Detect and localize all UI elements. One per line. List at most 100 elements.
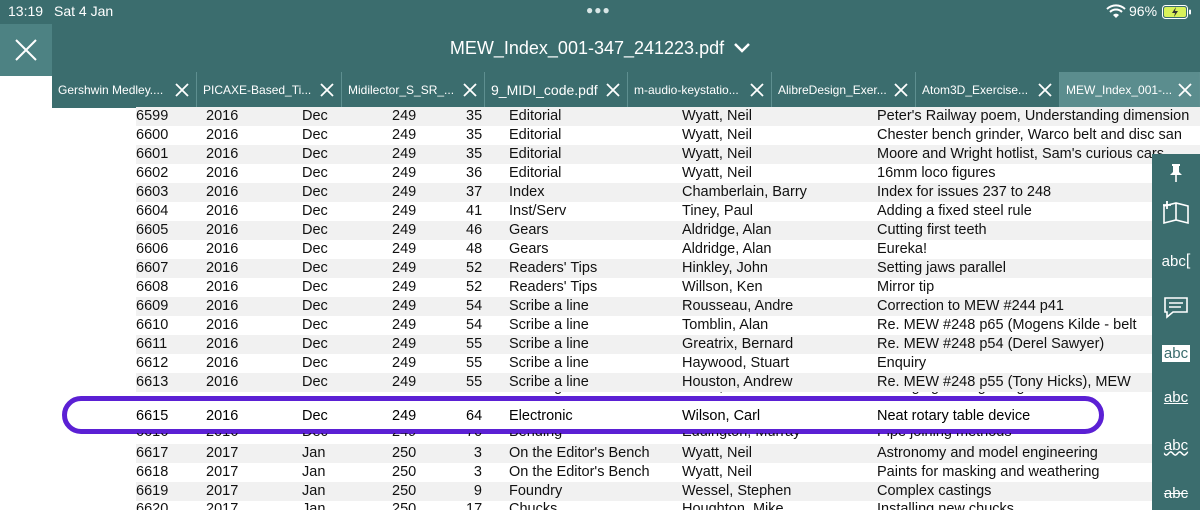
add-page-tool[interactable] (1160, 198, 1192, 228)
cell-page: 35 (466, 146, 483, 162)
wifi-icon (1106, 4, 1126, 18)
cell-month: Dec (302, 317, 328, 333)
cell-article-title: Re. MEW #248 p55 (Tony Hicks), MEW (877, 374, 1131, 390)
cell-year: 2016 (206, 260, 239, 276)
document-tab[interactable]: Atom3D_Exercise... (916, 72, 1060, 108)
cell-page: 36 (466, 165, 483, 181)
cell-year: 2017 (206, 464, 239, 480)
cell-category: Bending (509, 433, 562, 440)
cell-page: 9 (473, 483, 482, 499)
cell-issue: 249 (392, 433, 416, 440)
cell-entry-number: 6608 (136, 279, 169, 295)
table-row: 6608 2016 Dec 249 52 Readers' Tips Willson, Ke… (136, 278, 1200, 297)
highlight-text-tool[interactable]: abc (1160, 338, 1192, 368)
comment-tool[interactable] (1160, 292, 1192, 322)
cell-entry-number: 6609 (136, 298, 169, 314)
cell-entry-number: 6600 (136, 127, 169, 143)
underline-text-tool[interactable]: abc (1160, 382, 1192, 412)
cell-year: 2016 (206, 408, 239, 424)
squiggly-text-tool[interactable]: abc (1160, 430, 1192, 460)
pin-tool[interactable] (1160, 158, 1192, 188)
document-title-button[interactable]: MEW_Index_001-347_241223.pdf (0, 24, 1200, 72)
close-tab-icon[interactable] (749, 82, 765, 98)
tab-label: PICAXE-Based_Ti... (203, 83, 312, 97)
cell-category: Foundry (509, 483, 563, 499)
close-tab-icon[interactable] (1177, 82, 1193, 98)
cell-year: 2016 (206, 317, 239, 333)
cell-article-title: Astronomy and model engineering (877, 445, 1098, 461)
table-row-partial: 6620 2017 Jan 250 17 Chucks Houghton, Mike Inst… (136, 502, 1200, 510)
close-tab-icon[interactable] (605, 82, 621, 98)
table-row: 6606 2016 Dec 249 48 Gears Aldridge, Alan Eurek… (136, 240, 1200, 259)
cell-page: 3 (473, 464, 482, 480)
cell-article-title: Setting jaws parallel (877, 260, 1006, 276)
cell-author: Tiney, Paul (682, 203, 753, 219)
document-tab[interactable]: AlibreDesign_Exer... (772, 72, 916, 108)
cell-issue: 249 (392, 222, 417, 238)
cell-issue: 249 (392, 336, 417, 352)
cell-article-title: 16mm loco figures (877, 165, 996, 181)
cell-category: Editorial (509, 146, 562, 162)
cell-page: 37 (466, 184, 483, 200)
strikethrough-text-tool[interactable]: abc (1160, 478, 1192, 508)
status-bar: 13:19 Sat 4 Jan ●●● 96% (0, 0, 1200, 24)
table-row: 6607 2016 Dec 249 52 Readers' Tips Hinkley, Jo… (136, 259, 1200, 278)
cell-issue: 249 (392, 184, 417, 200)
cell-category: Scribe a line (509, 336, 589, 352)
cell-issue: 249 (392, 355, 417, 371)
close-tab-icon[interactable] (174, 82, 190, 98)
document-tab[interactable]: Midilector_S_SR_... (342, 72, 485, 108)
cell-month: Dec (302, 241, 328, 257)
tab-label: AlibreDesign_Exer... (778, 83, 887, 97)
table-row: 6600 2016 Dec 249 35 Editorial Wyatt, Neil Ches… (136, 126, 1200, 145)
cell-entry-number: 6614 (136, 392, 168, 395)
cell-month: Dec (302, 433, 328, 440)
chevron-down-icon (734, 43, 750, 53)
cell-author: Haywood, Stuart (682, 355, 790, 371)
cell-month: Dec (302, 146, 328, 162)
cell-category: Editorial (509, 108, 562, 124)
cell-author: Willson, Ken (682, 279, 763, 295)
close-tab-icon[interactable] (319, 82, 335, 98)
document-tab[interactable]: m-audio-keystatio... (628, 72, 772, 108)
cell-month: Dec (302, 336, 328, 352)
tab-label: Midilector_S_SR_... (348, 83, 455, 97)
close-tab-icon[interactable] (1037, 82, 1053, 98)
cell-month: Dec (302, 260, 328, 276)
cell-issue: 249 (392, 241, 417, 257)
cell-page: 17 (466, 502, 483, 510)
document-tab[interactable]: 9_MIDI_code.pdf (485, 72, 628, 108)
cell-entry-number: 6618 (136, 464, 169, 480)
cell-entry-number: 6615 (136, 408, 169, 424)
cell-author: Aldridge, Alan (682, 222, 772, 238)
cell-category: Bending (509, 392, 562, 395)
cell-year: 2017 (206, 483, 239, 499)
cell-entry-number: 6604 (136, 203, 169, 219)
close-tab-icon[interactable] (893, 82, 909, 98)
cell-category: Scribe a line (509, 374, 589, 390)
cell-category: Editorial (509, 165, 562, 181)
cell-year: 2016 (206, 298, 239, 314)
cell-author: Aldridge, Alan (682, 241, 772, 257)
cell-author: Chamberlain, Barry (682, 184, 807, 200)
cell-category: Scribe a line (509, 355, 589, 371)
cell-entry-number: 6613 (136, 374, 169, 390)
cell-entry-number: 6612 (136, 355, 169, 371)
cell-author: Wyatt, Neil (682, 108, 752, 124)
document-tab[interactable]: Gershwin Medley.... (52, 72, 197, 108)
table-row: 6603 2016 Dec 249 37 Index Chamberlain, Barry I… (136, 183, 1200, 202)
cell-year: 2016 (206, 355, 239, 371)
close-tab-icon[interactable] (462, 82, 478, 98)
document-tab[interactable]: MEW_Index_001-... (1060, 72, 1200, 108)
tab-label: Gershwin Medley.... (58, 83, 164, 97)
text-select-tool[interactable]: abc [ (1160, 246, 1192, 276)
cell-year: 2016 (206, 203, 239, 219)
table-row: 6611 2016 Dec 249 55 Scribe a line Greatrix, B… (136, 335, 1200, 354)
multitasking-dots[interactable]: ●●● (586, 3, 611, 17)
cell-month: Dec (302, 222, 328, 238)
highlighted-row-annotation[interactable]: 6615 2016 Dec 249 64 Electronic Wilson, Carl Ne… (62, 396, 1104, 434)
cell-author: Hinkley, John (682, 260, 768, 276)
document-tab[interactable]: PICAXE-Based_Ti... (197, 72, 342, 108)
pin-icon (1170, 164, 1182, 182)
cell-author: Wyatt, Neil (682, 445, 752, 461)
